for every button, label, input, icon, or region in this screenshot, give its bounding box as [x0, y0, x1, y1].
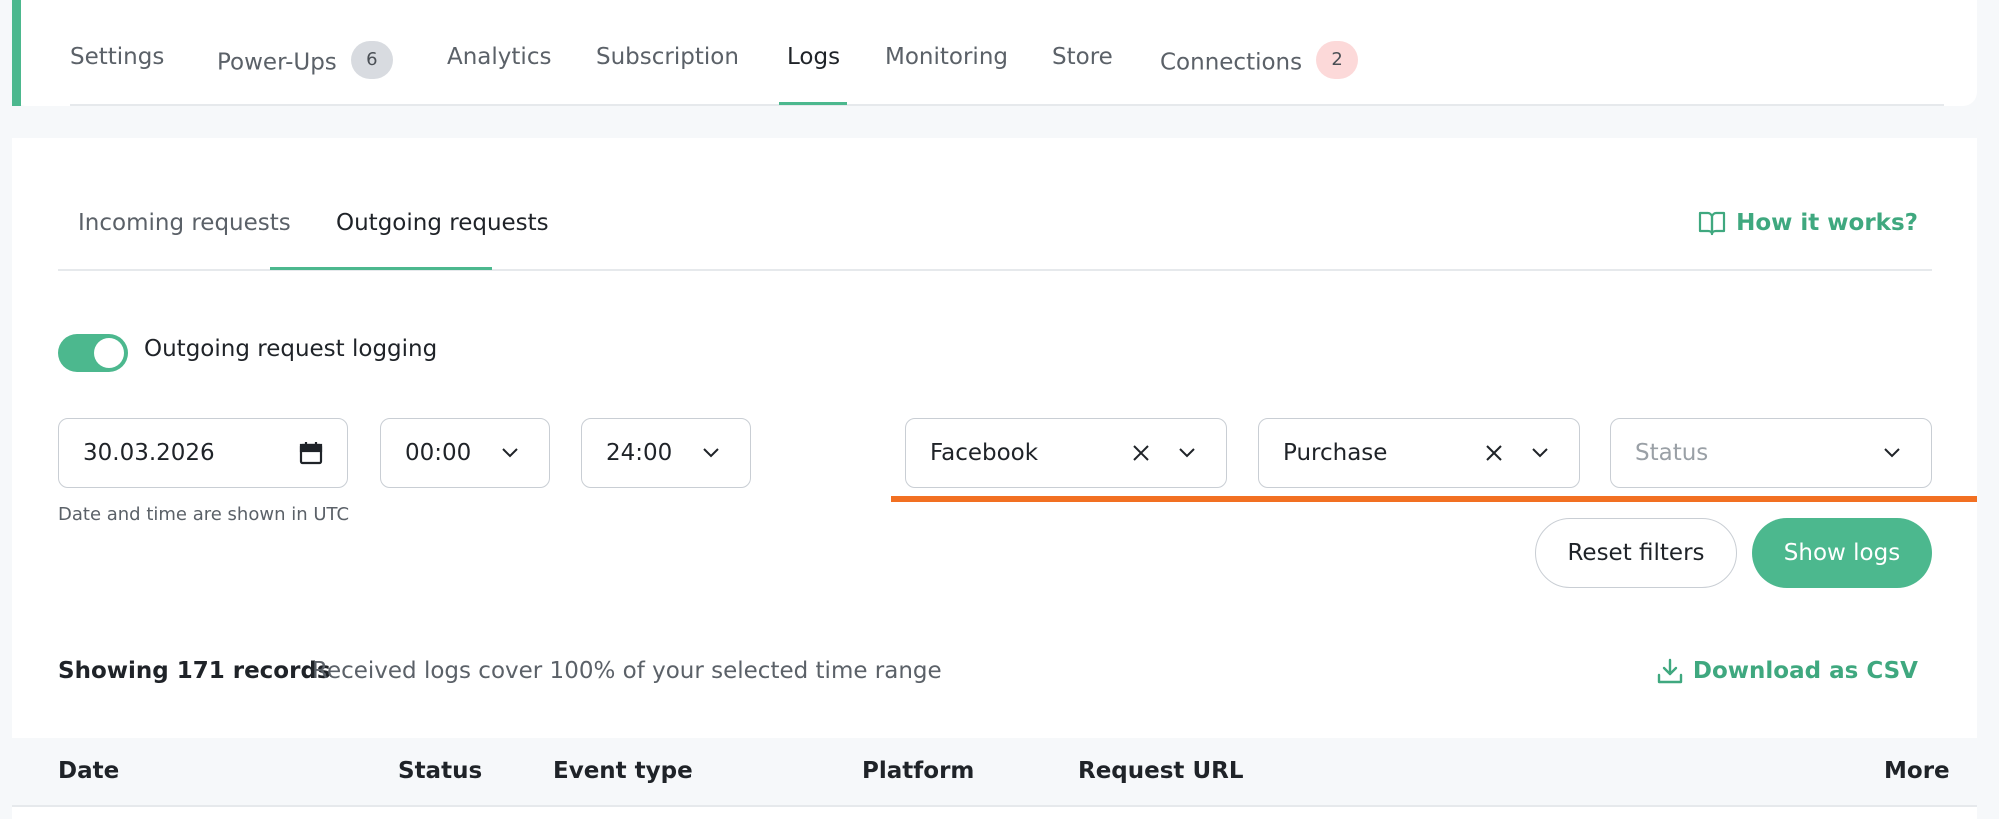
tab-power-ups[interactable]: Power-Ups 6: [217, 41, 393, 82]
time-from-select[interactable]: 00:00: [380, 418, 550, 488]
calendar-icon: [299, 442, 323, 465]
records-count: Showing 171 records: [58, 658, 331, 684]
accent-bar: [12, 0, 21, 106]
power-ups-count-badge: 6: [350, 41, 393, 79]
tab-subscription[interactable]: Subscription: [596, 44, 739, 70]
time-to-select[interactable]: 24:00: [581, 418, 751, 488]
outgoing-logging-toggle[interactable]: [58, 334, 128, 372]
clear-platform-icon[interactable]: [1132, 444, 1150, 462]
column-header-platform[interactable]: Platform: [862, 758, 974, 784]
utc-hint: Date and time are shown in UTC: [58, 504, 350, 525]
toggle-knob: [94, 338, 124, 368]
chevron-down-icon: [1532, 448, 1548, 458]
status-select[interactable]: Status: [1610, 418, 1932, 488]
tab-logs[interactable]: Logs: [787, 44, 840, 70]
column-header-status[interactable]: Status: [398, 758, 482, 784]
column-header-date[interactable]: Date: [58, 758, 119, 784]
outgoing-logging-label: Outgoing request logging: [144, 336, 438, 362]
table-header: Date Status Event type Platform Request …: [12, 738, 1977, 807]
sub-tabs: Incoming requests Outgoing requests: [58, 138, 1932, 271]
tab-monitoring[interactable]: Monitoring: [885, 44, 1008, 70]
reset-filters-button[interactable]: Reset filters: [1535, 518, 1737, 588]
tab-incoming-requests[interactable]: Incoming requests: [78, 210, 291, 236]
column-header-more[interactable]: More: [1884, 758, 1950, 784]
date-input[interactable]: 30.03.2026: [58, 418, 348, 488]
tab-outgoing-requests[interactable]: Outgoing requests: [336, 210, 549, 236]
chevron-down-icon: [1884, 448, 1900, 458]
active-subtab-indicator: [270, 267, 492, 270]
book-icon: [1698, 211, 1726, 236]
column-header-event-type[interactable]: Event type: [553, 758, 693, 784]
connections-count-badge: 2: [1316, 41, 1359, 79]
tab-store[interactable]: Store: [1052, 44, 1113, 70]
active-tab-indicator: [779, 102, 847, 105]
chevron-down-icon: [502, 448, 518, 458]
platform-select[interactable]: Facebook: [905, 418, 1227, 488]
clear-event-type-icon[interactable]: [1485, 444, 1503, 462]
tab-analytics[interactable]: Analytics: [447, 44, 551, 70]
download-icon: [1657, 658, 1683, 684]
top-nav-card: Settings Power-Ups 6 Analytics Subscripti…: [12, 0, 1977, 106]
download-csv-link[interactable]: Download as CSV: [1657, 658, 1918, 684]
main-tabs: Settings Power-Ups 6 Analytics Subscripti…: [70, 0, 1944, 106]
column-header-request-url[interactable]: Request URL: [1078, 758, 1243, 784]
logs-panel: Incoming requests Outgoing requests How …: [12, 138, 1977, 819]
coverage-text: Received logs cover 100% of your selecte…: [312, 658, 942, 684]
how-it-works-link[interactable]: How it works?: [1698, 210, 1918, 236]
chevron-down-icon: [703, 448, 719, 458]
tab-connections[interactable]: Connections 2: [1160, 41, 1359, 82]
tab-settings[interactable]: Settings: [70, 44, 164, 70]
event-type-select[interactable]: Purchase: [1258, 418, 1580, 488]
show-logs-button[interactable]: Show logs: [1752, 518, 1932, 588]
highlight-underline: [891, 496, 1977, 502]
chevron-down-icon: [1179, 448, 1195, 458]
